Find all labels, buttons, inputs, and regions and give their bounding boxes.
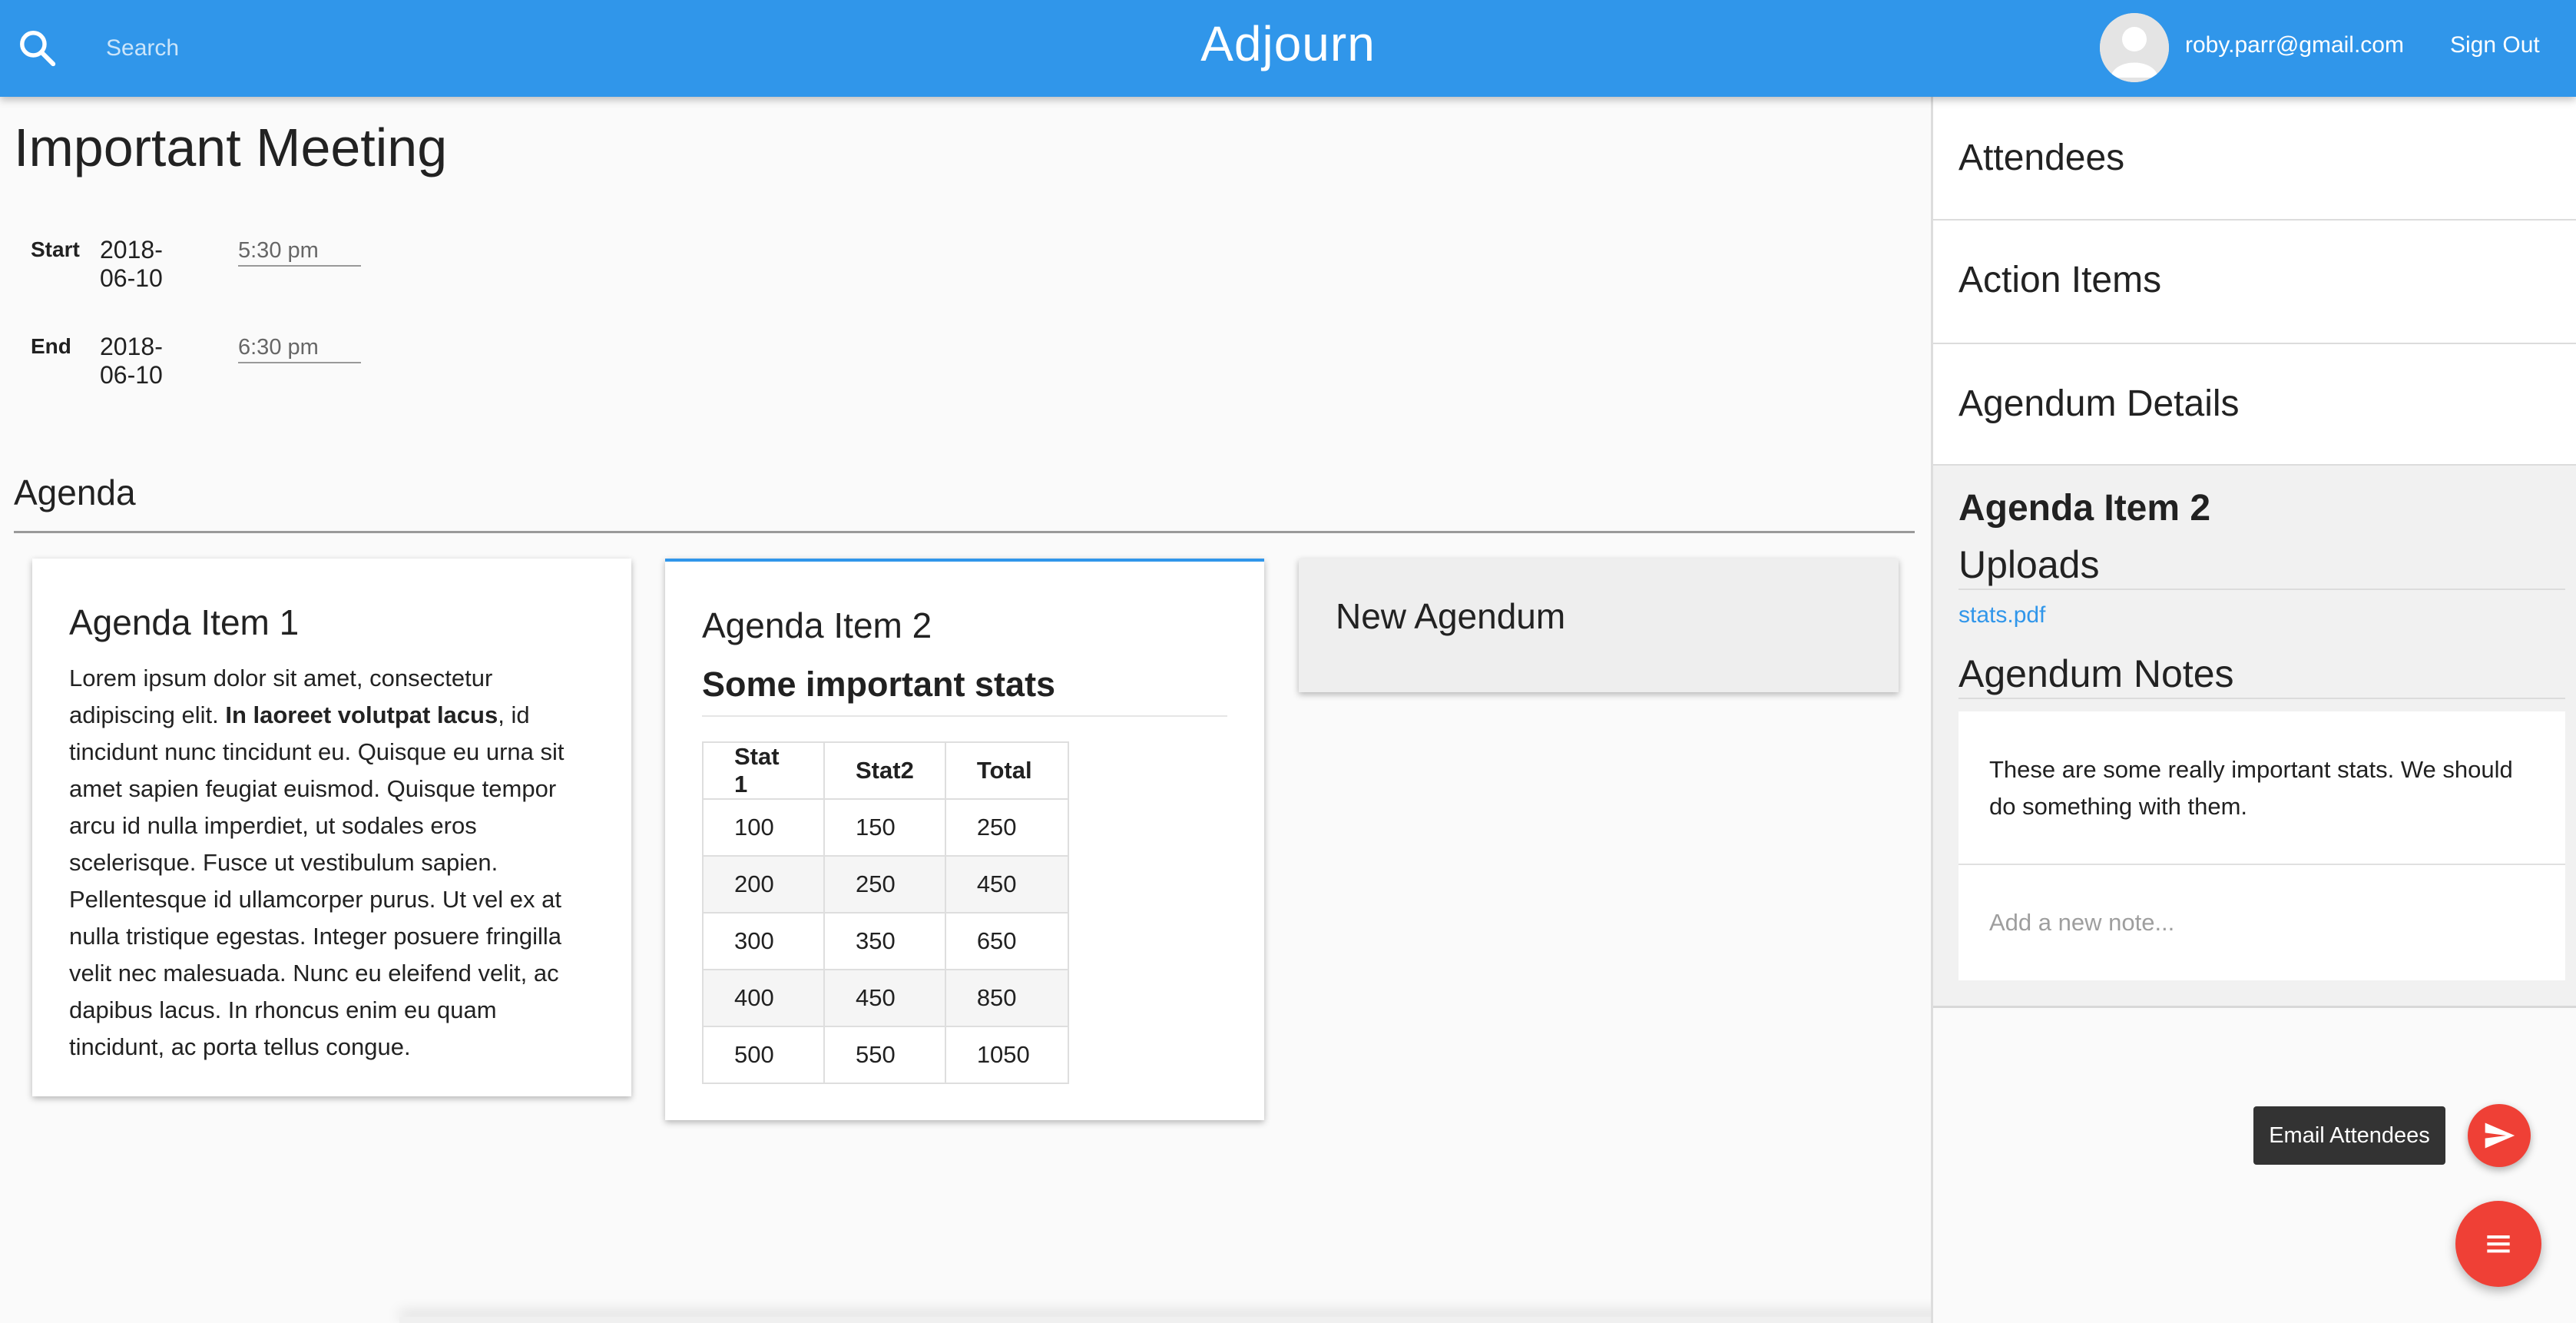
- table-cell: 250: [944, 798, 1069, 857]
- table-cell: 100: [702, 798, 825, 857]
- agendum-notes-heading: Agendum Notes: [1958, 652, 2565, 699]
- app-bar: Adjourn roby.parr@gmail.com Sign Out: [0, 0, 2576, 97]
- action-items-section[interactable]: Action Items: [1933, 220, 2576, 344]
- agenda-divider: [14, 531, 1915, 533]
- new-agendum-label: New Agendum: [1336, 596, 1566, 636]
- end-label: End: [31, 334, 71, 358]
- agenda-card-subtitle: Some important stats: [702, 665, 1227, 717]
- bottom-edge-shadow: [399, 1317, 2174, 1323]
- new-agendum-card[interactable]: New Agendum: [1299, 559, 1899, 692]
- table-cell: 650: [944, 912, 1069, 970]
- agenda-card-body: Lorem ipsum dolor sit amet, consectetur …: [69, 660, 594, 1066]
- table-cell: 200: [702, 855, 825, 914]
- agenda-heading: Agenda: [14, 472, 136, 512]
- selected-agenda-item: Agenda Item 2: [1958, 488, 2211, 529]
- sign-out-button[interactable]: Sign Out: [2450, 32, 2540, 58]
- agenda-card-2[interactable]: Agenda Item 2 Some important stats Stat …: [665, 559, 1264, 1120]
- app-title: Adjourn: [1200, 16, 1376, 71]
- column-header: Stat 1: [702, 741, 825, 800]
- column-header: Total: [944, 741, 1069, 800]
- agenda-card-title: Agenda Item 1: [69, 602, 300, 642]
- note-item: These are some really important stats. W…: [1958, 711, 2565, 865]
- table-cell: 150: [823, 798, 946, 857]
- table-row: 200 250 450: [702, 855, 1069, 914]
- uploads-heading: Uploads: [1958, 542, 2565, 590]
- table-cell: 550: [823, 1026, 946, 1084]
- meeting-title[interactable]: Important Meeting: [14, 117, 447, 178]
- table-header-row: Stat 1 Stat2 Total: [702, 741, 1069, 800]
- user-email: roby.parr@gmail.com: [2185, 32, 2404, 58]
- email-attendees-button[interactable]: [2468, 1104, 2531, 1167]
- table-cell: 450: [823, 969, 946, 1027]
- table-row: 300 350 650: [702, 912, 1069, 970]
- table-cell: 450: [944, 855, 1069, 914]
- menu-fab-button[interactable]: [2455, 1201, 2541, 1287]
- attendees-title: Attendees: [1958, 138, 2125, 178]
- default-avatar-icon: [2100, 13, 2169, 82]
- attendees-section[interactable]: Attendees: [1933, 97, 2576, 220]
- start-time-input[interactable]: [238, 233, 361, 267]
- table-cell: 850: [944, 969, 1069, 1027]
- table-cell: 400: [702, 969, 825, 1027]
- table-row: 100 150 250: [702, 798, 1069, 857]
- send-icon: [2485, 1122, 2515, 1149]
- new-note-input[interactable]: [1958, 865, 2565, 980]
- table-cell: 1050: [944, 1026, 1069, 1084]
- action-items-title: Action Items: [1958, 260, 2162, 300]
- end-date[interactable]: 2018-06-10: [100, 333, 163, 390]
- notes-box: These are some really important stats. W…: [1958, 711, 2565, 980]
- start-label: Start: [31, 237, 80, 261]
- body-text-end: , id tincidunt nunc tincidunt eu. Quisqu…: [69, 701, 565, 1060]
- table-cell: 250: [823, 855, 946, 914]
- table-cell: 500: [702, 1026, 825, 1084]
- agendum-detail-panel: Agenda Item 2 Uploads stats.pdf Agendum …: [1933, 466, 2576, 1008]
- upload-file-link[interactable]: stats.pdf: [1958, 602, 2045, 628]
- avatar[interactable]: [2100, 13, 2169, 82]
- table-row: 500 550 1050: [702, 1026, 1069, 1084]
- stats-table: Stat 1 Stat2 Total 100 150 250 200 250 4…: [702, 741, 1069, 1084]
- table-cell: 300: [702, 912, 825, 970]
- agenda-card-title: Agenda Item 2: [702, 605, 932, 645]
- search-input[interactable]: [106, 28, 505, 69]
- start-date[interactable]: 2018-06-10: [100, 236, 163, 293]
- end-time-input[interactable]: [238, 330, 361, 363]
- body-bold-text: In laoreet volutpat lacus: [225, 701, 498, 728]
- email-attendees-tooltip: Email Attendees: [2253, 1106, 2445, 1165]
- agendum-details-section[interactable]: Agendum Details: [1933, 344, 2576, 466]
- agendum-details-title: Agendum Details: [1958, 383, 2240, 424]
- table-row: 400 450 850: [702, 969, 1069, 1027]
- menu-icon: [2487, 1235, 2510, 1253]
- table-cell: 350: [823, 912, 946, 970]
- column-header: Stat2: [823, 741, 946, 800]
- agenda-card-1[interactable]: Agenda Item 1 Lorem ipsum dolor sit amet…: [32, 559, 631, 1096]
- search-icon[interactable]: [17, 28, 58, 69]
